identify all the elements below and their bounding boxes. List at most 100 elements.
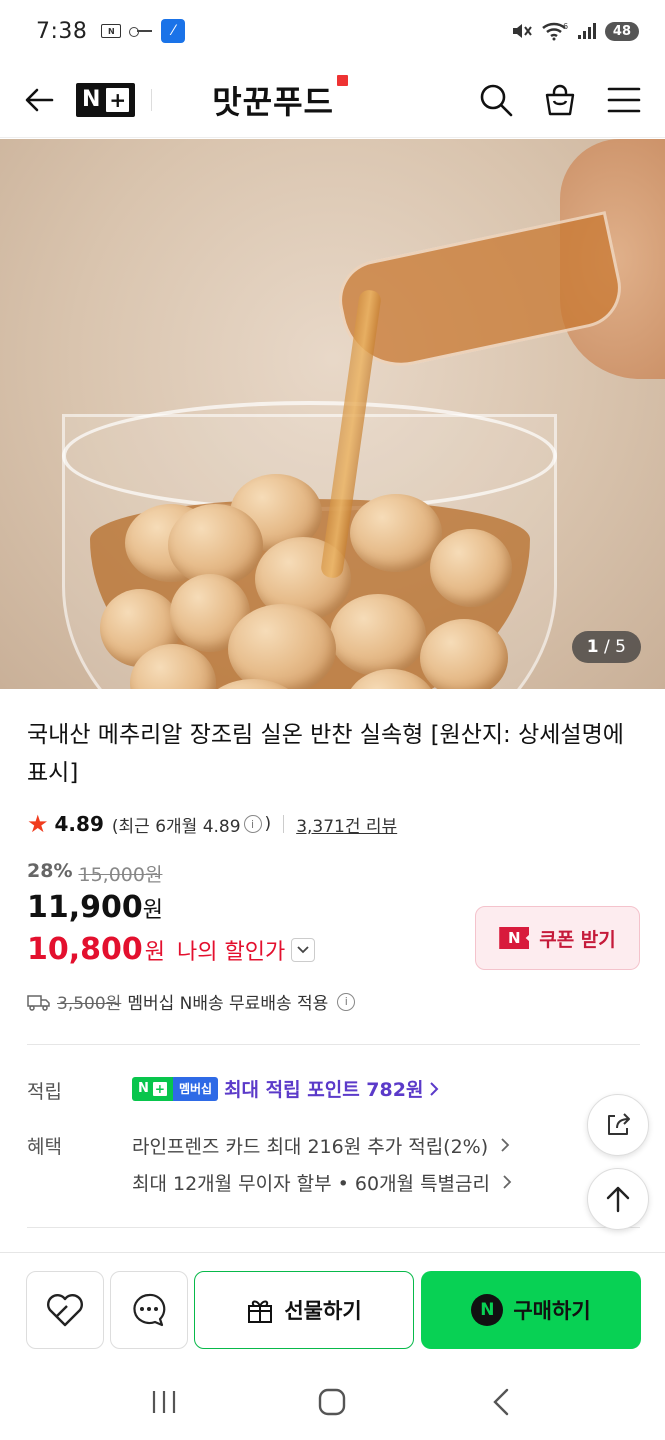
inquiry-button[interactable] (110, 1271, 188, 1349)
scroll-top-button[interactable] (587, 1168, 649, 1230)
status-bar: 7:38 N ⁄ 6 48 (0, 0, 665, 62)
coupon-button[interactable]: N 쿠폰 받기 (475, 906, 640, 970)
installment-benefit-link[interactable]: 최대 12개월 무이자 할부 • 60개월 특별금리 (132, 1169, 512, 1196)
chevron-right-icon (503, 1175, 512, 1189)
mute-icon (512, 24, 532, 38)
points-label: 적립 (27, 1081, 62, 1103)
section-divider (27, 1227, 640, 1228)
buy-button[interactable]: N 구매하기 (421, 1271, 641, 1349)
rating-recent-prefix: (최근 6개월 4.89 (111, 816, 241, 837)
sale-price-value: 11,900 (27, 890, 143, 925)
original-price: 15,000원 (78, 864, 163, 886)
share-button[interactable] (587, 1094, 649, 1156)
recent-apps-icon (153, 1391, 176, 1413)
gift-label: 선물하기 (284, 1299, 362, 1323)
original-shipping-fee: 3,500원 (57, 994, 122, 1014)
image-counter-total: 5 (615, 637, 626, 657)
coupon-label: 쿠폰 받기 (539, 928, 616, 951)
my-price-value: 10,800 (27, 932, 143, 967)
chat-bubble-icon (133, 1293, 166, 1327)
badge-membership: 멤버십 (172, 1076, 219, 1101)
info-icon[interactable]: i (243, 815, 262, 833)
nfc-badge-icon: N (101, 24, 122, 38)
bottom-action-bar: 선물하기 N 구매하기 (0, 1252, 665, 1364)
my-discount-price[interactable]: 10,800 원 나의 할인가 (27, 932, 316, 967)
search-button[interactable] (479, 83, 513, 117)
chevron-right-icon (501, 1138, 510, 1152)
egg-shape (330, 594, 426, 676)
gift-icon (248, 1300, 273, 1323)
recent-apps-button[interactable] (139, 1377, 189, 1427)
menu-icon (607, 87, 641, 112)
egg-shape (430, 529, 512, 607)
discount-row: 28% 15,000원 (27, 860, 162, 887)
buy-label: 구매하기 (513, 1299, 591, 1323)
store-flag-icon (336, 74, 348, 86)
signal-icon (577, 23, 596, 39)
home-button[interactable] (307, 1377, 357, 1427)
menu-button[interactable] (607, 83, 641, 117)
wifi-icon: 6 (542, 22, 568, 41)
benefit-label: 혜택 (27, 1136, 62, 1158)
membership-badge: N + 멤버십 (132, 1076, 219, 1101)
image-counter-separator: / (604, 637, 610, 657)
coupon-icon: N (499, 927, 530, 949)
app-icon: ⁄ (161, 19, 186, 43)
back-button[interactable] (24, 85, 54, 115)
home-icon (319, 1388, 346, 1416)
naver-plus-logo[interactable]: N + (76, 82, 136, 117)
rating-row: ★ 4.89 (최근 6개월 4.89 i ) 3,371건 리뷰 (27, 810, 397, 838)
section-divider (27, 1044, 640, 1045)
back-arrow-icon (25, 88, 54, 111)
product-image-gallery[interactable]: 1 / 5 (0, 139, 665, 689)
system-back-button[interactable] (476, 1377, 526, 1427)
my-price-won: 원 (144, 939, 166, 965)
wishlist-button[interactable] (26, 1271, 104, 1349)
battery-icon: 48 (604, 21, 639, 41)
sale-price: 11,900원 (27, 890, 163, 925)
key-icon (129, 26, 153, 37)
review-count-link[interactable]: 3,371건 리뷰 (296, 812, 397, 837)
header: N + 맛꾼푸드 (0, 62, 665, 138)
cart-button[interactable] (543, 83, 577, 117)
image-counter-current: 1 (586, 637, 599, 657)
egg-shape (228, 604, 336, 689)
store-name-text: 맛꾼푸드 (212, 82, 334, 121)
egg-shape (420, 619, 508, 689)
search-icon (480, 84, 513, 116)
gift-button[interactable]: 선물하기 (194, 1271, 414, 1349)
card-benefit-text: 라인프렌즈 카드 최대 216원 추가 적립(2%) (132, 1136, 489, 1158)
heart-icon (47, 1294, 83, 1327)
chevron-right-icon (430, 1081, 439, 1096)
rating-recent-suffix: ) (264, 814, 272, 834)
badge-n: N (138, 1081, 149, 1096)
egg-shape (350, 494, 442, 572)
header-actions (479, 83, 641, 117)
card-benefit-link[interactable]: 라인프렌즈 카드 최대 216원 추가 적립(2%) (132, 1132, 510, 1159)
wifi-band-label: 6 (563, 22, 568, 31)
status-left-icons: N ⁄ (101, 19, 186, 43)
truck-icon (27, 994, 50, 1011)
chevron-down-icon[interactable] (291, 937, 316, 962)
system-nav-bar (0, 1364, 665, 1440)
rating-score: 4.89 (54, 812, 104, 836)
product-title: 국내산 메추리알 장조림 실온 반찬 실속형 [원산지: 상세설명에 표시] (27, 722, 624, 786)
naver-pay-icon: N (471, 1294, 504, 1326)
membership-badge-np: N + (132, 1076, 173, 1101)
shipping-row: 3,500원 멤버십 N배송 무료배송 적용 i (27, 989, 358, 1014)
star-icon: ★ (27, 810, 49, 838)
sale-price-won: 원 (142, 898, 164, 923)
rating-divider (283, 815, 285, 833)
installment-benefit-text: 최대 12개월 무이자 할부 • 60개월 특별금리 (132, 1173, 490, 1195)
share-icon (608, 1113, 630, 1135)
shipping-info-icon[interactable]: i (337, 992, 356, 1011)
image-counter: 1 / 5 (571, 631, 641, 663)
shopping-bag-icon (545, 84, 575, 115)
points-text: 최대 적립 포인트 782원 (224, 1079, 424, 1101)
points-row[interactable]: N + 멤버십 최대 적립 포인트 782원 (132, 1075, 439, 1102)
header-divider (151, 88, 153, 111)
discount-rate: 28% (27, 860, 73, 882)
shipping-text: 멤버십 N배송 무료배송 적용 (127, 994, 329, 1014)
store-name[interactable]: 맛꾼푸드 (212, 74, 348, 123)
arrow-up-icon (606, 1186, 630, 1213)
